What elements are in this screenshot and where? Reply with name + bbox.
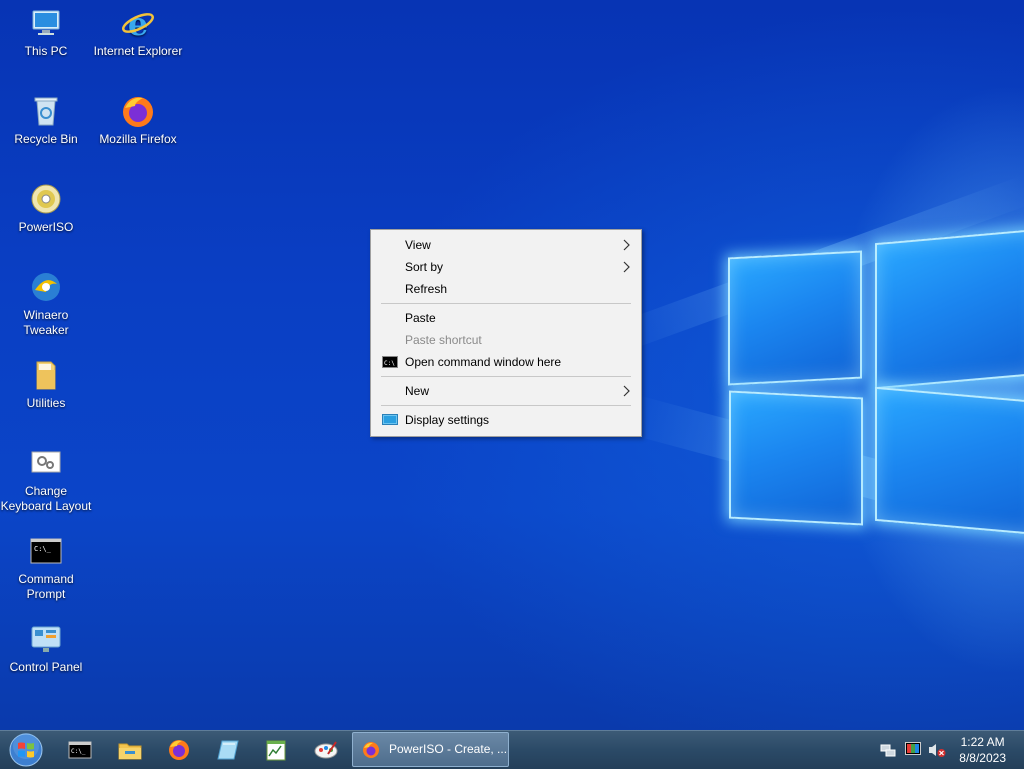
chevron-right-icon xyxy=(623,239,630,251)
svg-text:C:\: C:\ xyxy=(384,360,395,367)
keyboard-settings-icon xyxy=(29,446,63,480)
logo-pane-top-right xyxy=(875,228,1024,390)
taskbar: C:\_ PowerISO - Create, ... 1:22 AM 8/8/… xyxy=(0,730,1024,769)
poweriso-icon xyxy=(29,182,63,216)
menu-item-paste-shortcut: Paste shortcut xyxy=(405,333,482,347)
menu-item-new[interactable]: New xyxy=(371,380,641,402)
taskbar-pin-task-manager[interactable] xyxy=(262,735,290,765)
taskbar-pin-file-explorer[interactable] xyxy=(116,735,144,765)
menu-item-paste[interactable]: Paste xyxy=(371,307,641,329)
clock-time: 1:22 AM xyxy=(960,735,1005,749)
svg-text:C:\_: C:\_ xyxy=(34,545,52,553)
control-panel-icon xyxy=(29,622,63,656)
taskbar-pin-command-prompt[interactable]: C:\_ xyxy=(66,735,94,765)
task-manager-icon xyxy=(266,740,286,761)
start-button[interactable] xyxy=(6,732,46,768)
recycle-bin-icon xyxy=(29,94,63,128)
system-clock[interactable]: 1:22 AM 8/8/2023 xyxy=(959,734,1006,766)
desktop-icon-internet-explorer[interactable]: e Internet Explorer xyxy=(92,5,184,59)
firefox-icon xyxy=(363,742,379,758)
svg-text:C:\_: C:\_ xyxy=(71,748,86,755)
menu-item-refresh[interactable]: Refresh xyxy=(371,278,641,300)
menu-item-display-settings[interactable]: Display settings xyxy=(371,409,641,431)
logo-pane-bottom-left xyxy=(729,390,863,526)
display-color-icon[interactable] xyxy=(905,742,921,758)
command-prompt-icon: C:\_ xyxy=(68,741,92,759)
winaero-tweaker-icon xyxy=(29,270,63,304)
menu-separator xyxy=(381,405,631,406)
logo-pane-top-left xyxy=(728,250,862,386)
svg-text:e: e xyxy=(128,6,148,40)
desktop-icon-utilities[interactable]: Utilities xyxy=(0,358,92,411)
taskbar-pin-paint[interactable] xyxy=(312,735,340,765)
chevron-right-icon xyxy=(623,261,630,273)
notepad-icon xyxy=(217,740,239,760)
command-prompt-icon: C:\_ xyxy=(29,534,63,568)
internet-explorer-icon: e xyxy=(121,5,155,43)
menu-item-sort-by[interactable]: Sort by xyxy=(371,256,641,278)
paint-icon xyxy=(314,741,338,759)
desktop-icon-change-keyboard-layout[interactable]: Change Keyboard Layout xyxy=(0,446,92,514)
this-pc-icon xyxy=(29,6,63,40)
folder-icon xyxy=(29,358,63,392)
taskbar-window-label: PowerISO - Create, ... xyxy=(389,742,508,756)
desktop-icon-this-pc[interactable]: This PC xyxy=(0,6,92,59)
desktop-icon-mozilla-firefox[interactable]: Mozilla Firefox xyxy=(92,94,184,147)
menu-item-view[interactable]: View xyxy=(371,234,641,256)
taskbar-window-poweriso[interactable]: PowerISO - Create, ... xyxy=(352,732,509,767)
display-icon xyxy=(382,414,398,425)
taskbar-pin-notepad[interactable] xyxy=(214,735,242,765)
chevron-right-icon xyxy=(623,385,630,397)
logo-pane-bottom-right xyxy=(875,386,1024,536)
desktop-icon-command-prompt[interactable]: C:\_ Command Prompt xyxy=(0,534,92,602)
desktop-icon-recycle-bin[interactable]: Recycle Bin xyxy=(0,94,92,147)
windows-orb-icon xyxy=(9,733,43,767)
menu-separator xyxy=(381,376,631,377)
menu-item-open-command-window[interactable]: C:\ Open command window here xyxy=(371,351,641,373)
desktop-icon-winaero-tweaker[interactable]: Winaero Tweaker xyxy=(0,270,92,338)
clock-date: 8/8/2023 xyxy=(959,751,1006,765)
cmd-icon: C:\ xyxy=(382,356,398,368)
menu-separator xyxy=(381,303,631,304)
desktop-context-menu: View Sort by Refresh Paste Paste shortcu… xyxy=(370,229,642,437)
network-icon[interactable] xyxy=(880,742,896,758)
volume-muted-icon[interactable] xyxy=(928,742,946,758)
firefox-icon xyxy=(169,740,189,760)
desktop-icon-control-panel[interactable]: Control Panel xyxy=(0,622,92,675)
taskbar-pin-firefox[interactable] xyxy=(165,735,193,765)
desktop-icon-poweriso[interactable]: PowerISO xyxy=(0,182,92,235)
firefox-icon xyxy=(121,94,155,128)
file-explorer-icon xyxy=(118,743,142,760)
